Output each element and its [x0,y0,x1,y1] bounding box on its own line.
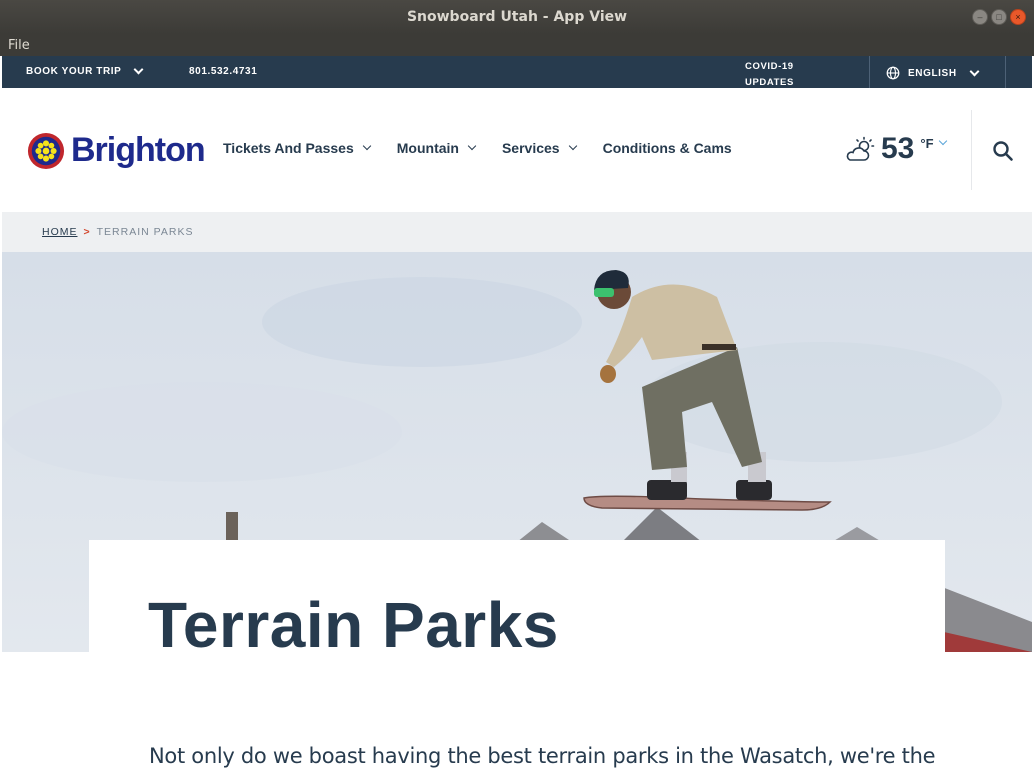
nav-tickets-and-passes[interactable]: Tickets And Passes [223,140,371,156]
maximize-button[interactable]: □ [991,9,1007,25]
divider [1005,56,1006,88]
temperature-value: 53 [881,132,915,165]
window-title: Snowboard Utah - App View [406,9,628,25]
chevron-down-icon [362,141,371,151]
main-nav: Tickets And Passes Mountain Services Con… [223,140,732,156]
temperature-unit: °F [920,136,934,151]
nav-services[interactable]: Services [501,140,577,156]
book-your-trip-label: BOOK YOUR TRIP [26,66,122,77]
chevron-down-icon [969,66,980,76]
close-button[interactable]: × [1010,9,1026,25]
minimize-button[interactable]: – [972,9,988,25]
covid-line-1: COVID-19 [745,61,794,72]
search-button[interactable] [992,140,1014,167]
intro-paragraph: Not only do we boast having the best ter… [149,744,936,768]
menu-file[interactable]: File [8,38,30,53]
breadcrumb-home[interactable]: HOME [42,226,78,238]
brighton-logo[interactable]: Brighton [27,131,206,170]
chevron-down-icon [568,141,577,151]
nav-label: Tickets And Passes [223,140,354,156]
menu-bar: File [0,34,1034,56]
language-label: ENGLISH [908,67,957,79]
page-background [2,652,89,775]
nav-label: Mountain [396,140,459,156]
nav-mountain[interactable]: Mountain [396,140,477,156]
page-background [945,652,1032,775]
weather-widget[interactable]: 53 °F [845,132,947,166]
language-selector[interactable]: ENGLISH [886,66,980,80]
breadcrumb-separator: > [83,226,91,238]
chevron-down-icon [467,141,477,151]
content-card: Terrain Parks [89,540,945,775]
divider [869,56,870,88]
nav-label: Services [501,140,560,156]
page-title: Terrain Parks [148,589,559,661]
nav-conditions-and-cams[interactable]: Conditions & Cams [603,140,732,156]
covid-updates-link[interactable]: COVID-19 UPDATES [745,59,845,91]
book-your-trip-button[interactable]: BOOK YOUR TRIP [26,64,144,77]
brighton-badge-icon [27,132,65,169]
utility-bar: BOOK YOUR TRIP 801.532.4731 COVID-19 UPD… [2,56,1032,88]
chevron-down-icon [938,136,947,146]
chevron-down-icon [134,64,144,75]
nav-label: Conditions & Cams [602,140,732,156]
phone-link[interactable]: 801.532.4731 [189,66,257,77]
breadcrumb: HOME > TERRAIN PARKS [2,212,1032,252]
window-controls: – □ × [972,9,1026,25]
search-icon [993,141,1013,161]
divider [971,110,972,190]
breadcrumb-current: TERRAIN PARKS [96,226,194,238]
site-header: Brighton Tickets And Passes Mountain Ser… [2,88,1032,212]
logo-wordmark: Brighton [71,131,206,169]
window-titlebar: Snowboard Utah - App View – □ × [0,0,1034,34]
partly-cloudy-sun-icon [846,136,875,161]
globe-icon [886,66,900,80]
